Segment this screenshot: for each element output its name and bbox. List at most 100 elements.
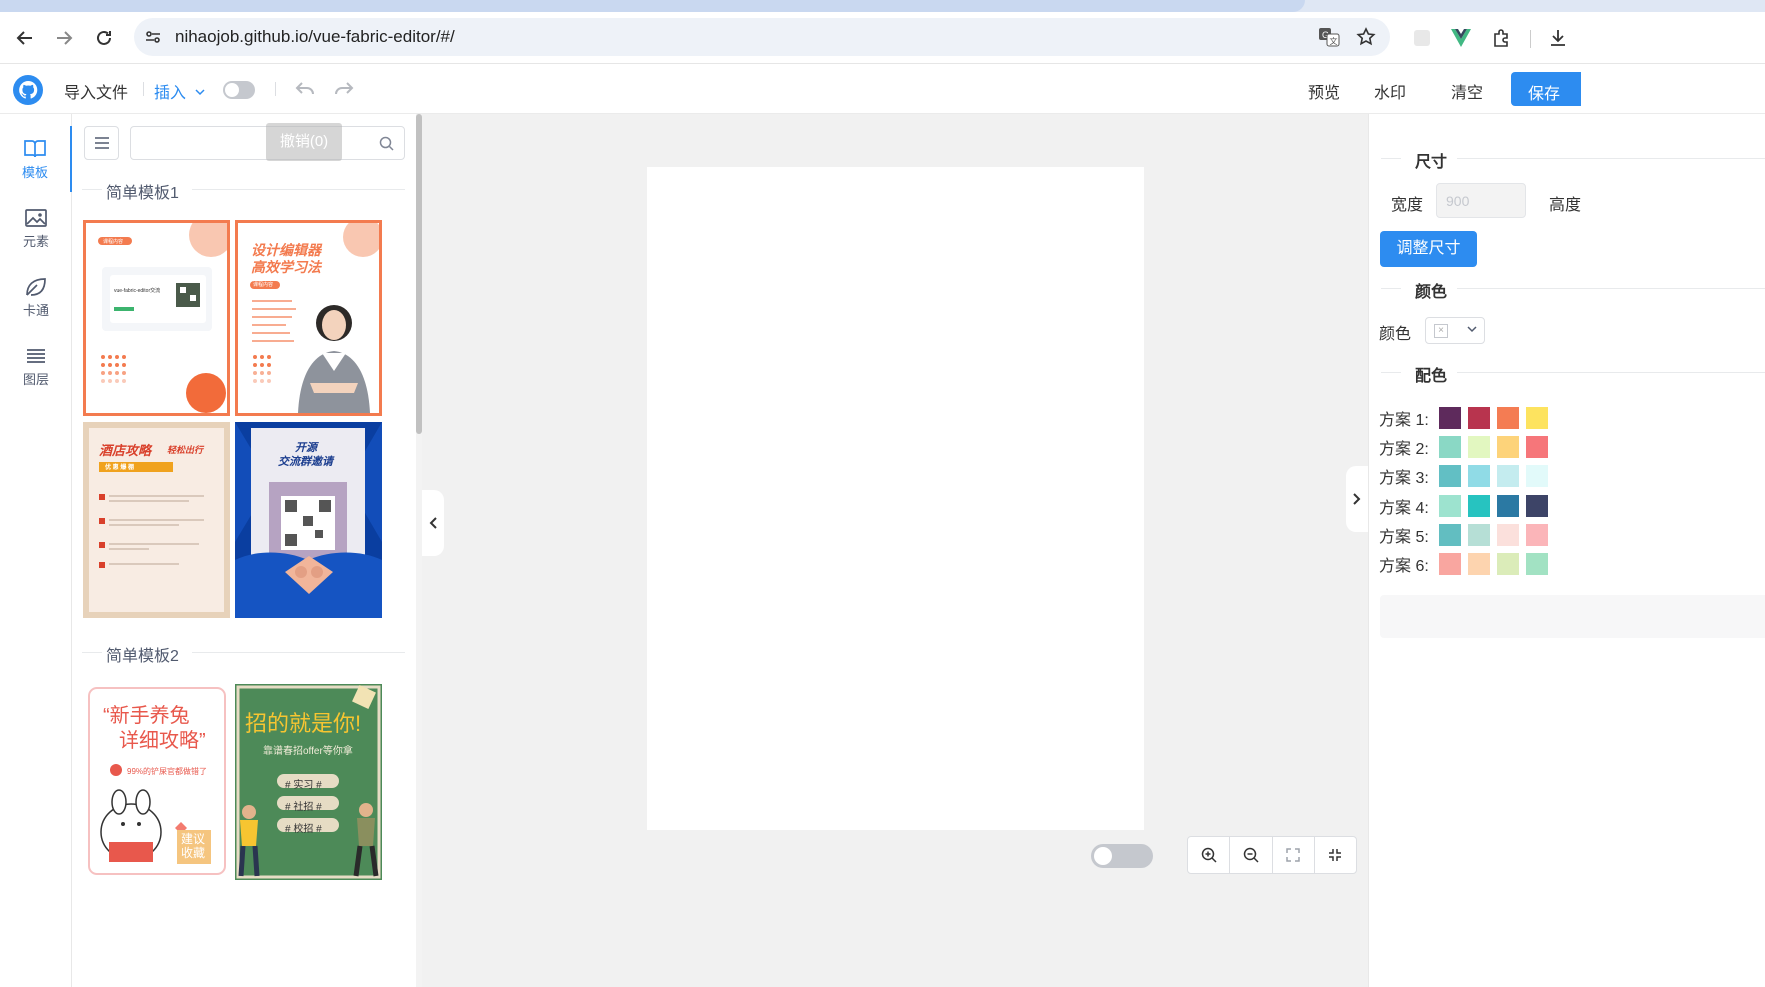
forward-icon[interactable] <box>50 24 78 52</box>
preview-button[interactable]: 预览 <box>1308 79 1340 103</box>
zoom-in-button[interactable] <box>1188 837 1231 873</box>
template-card-3[interactable]: 酒店攻略 轻松出行 优 惠 爆 棚 <box>83 422 230 618</box>
zoom-in-icon <box>1201 847 1217 863</box>
back-icon[interactable] <box>11 24 39 52</box>
chevron-down-icon <box>1467 326 1477 333</box>
color-scheme-label: 方案 5: <box>1379 529 1429 546</box>
sidebar-item-templates[interactable]: 模板 <box>0 126 72 192</box>
undo-icon[interactable] <box>294 78 316 103</box>
insert-dropdown[interactable]: 插入 <box>154 79 206 103</box>
color-swatch[interactable] <box>1439 524 1461 546</box>
color-scheme-row[interactable]: 方案 5: <box>1379 524 1555 546</box>
color-swatch[interactable] <box>1468 495 1490 517</box>
color-swatch[interactable] <box>1439 465 1461 487</box>
color-swatch[interactable] <box>1526 553 1548 575</box>
color-picker[interactable]: × <box>1425 317 1485 344</box>
shrink-icon <box>1329 849 1342 861</box>
color-swatch[interactable] <box>1526 465 1548 487</box>
redo-icon[interactable] <box>333 78 355 103</box>
color-swatch[interactable] <box>1439 407 1461 429</box>
category-menu-button[interactable] <box>84 126 119 160</box>
template-card-5[interactable]: “新手养兔 详细攻略” 99%的铲屎官都做错了 建议收藏 <box>83 684 230 880</box>
width-input[interactable]: 900 <box>1436 183 1526 218</box>
extension-icon-1[interactable] <box>1410 26 1434 50</box>
template-card-6[interactable]: 招的就是你! 靠谱春招offer等你拿 # 实习 # # 社招 # # 校招 # <box>235 684 382 880</box>
color-swatch[interactable] <box>1526 495 1548 517</box>
actual-size-button[interactable] <box>1315 837 1356 873</box>
app-window: nihaojob.github.io/vue-fabric-editor/#/ … <box>0 0 1765 987</box>
leaf-icon <box>26 277 46 296</box>
color-scheme-label: 方案 4: <box>1379 500 1429 517</box>
color-swatch[interactable] <box>1468 524 1490 546</box>
color-scheme-row[interactable]: 方案 6: <box>1379 553 1555 575</box>
color-scheme-row[interactable]: 方案 3: <box>1379 465 1555 487</box>
sidebar-item-elements[interactable]: 元素 <box>0 195 72 261</box>
color-swatch[interactable] <box>1526 436 1548 458</box>
browser-active-tab[interactable] <box>0 0 1305 12</box>
color-swatch[interactable] <box>1497 436 1519 458</box>
color-swatch[interactable] <box>1497 553 1519 575</box>
search-icon[interactable] <box>379 136 394 156</box>
card2-badge: 课程内容 <box>253 282 274 288</box>
extensions-puzzle-icon[interactable] <box>1489 26 1513 50</box>
color-swatch[interactable] <box>1497 465 1519 487</box>
height-label: 高度 <box>1549 197 1582 214</box>
browser-toolbar: nihaojob.github.io/vue-fabric-editor/#/ … <box>0 12 1765 64</box>
template-card-2[interactable]: 设计编辑器 高效学习法 课程内容 <box>235 220 382 416</box>
canvas-workspace[interactable] <box>422 114 1368 987</box>
color-swatch[interactable] <box>1468 553 1490 575</box>
sidebar-item-layers[interactable]: 图层 <box>0 333 72 399</box>
watermark-button[interactable]: 水印 <box>1374 79 1406 103</box>
collapse-left-panel-button[interactable] <box>422 490 444 556</box>
address-bar[interactable]: nihaojob.github.io/vue-fabric-editor/#/ … <box>134 18 1390 56</box>
color-swatch[interactable] <box>1468 436 1490 458</box>
clear-button[interactable]: 清空 <box>1451 79 1483 103</box>
collapse-right-panel-button[interactable] <box>1346 466 1368 532</box>
template-card-4[interactable]: 开源 交流群邀请 <box>235 422 382 618</box>
color-swatch[interactable] <box>1468 407 1490 429</box>
canvas-page[interactable] <box>647 167 1144 830</box>
left-sidebar: 模板 元素 卡通 图层 <box>0 114 72 987</box>
layers-icon <box>27 348 45 363</box>
import-file-button[interactable]: 导入文件 <box>64 79 128 103</box>
header-divider-2 <box>275 82 276 96</box>
color-swatch[interactable] <box>1526 524 1548 546</box>
header-toggle-switch[interactable] <box>223 81 255 99</box>
save-button[interactable]: 保存 <box>1511 72 1581 106</box>
color-swatch[interactable] <box>1439 495 1461 517</box>
size-section-title: 尺寸 <box>1381 148 1765 172</box>
color-swatch[interactable] <box>1439 553 1461 575</box>
url-text[interactable]: nihaojob.github.io/vue-fabric-editor/#/ <box>175 27 455 47</box>
group-title-text: 简单模板1 <box>106 179 189 203</box>
card6-subtitle: 靠谱春招offer等你拿 <box>263 746 353 757</box>
book-icon <box>24 139 46 157</box>
color-scheme-label: 方案 3: <box>1379 470 1429 487</box>
sidebar-item-cartoon[interactable]: 卡通 <box>0 264 72 330</box>
color-swatch[interactable] <box>1468 465 1490 487</box>
size-title-text: 尺寸 <box>1405 148 1458 172</box>
vue-devtools-icon[interactable] <box>1449 26 1473 50</box>
color-swatch[interactable] <box>1497 524 1519 546</box>
color-scheme-row[interactable]: 方案 1: <box>1379 407 1555 429</box>
site-settings-icon[interactable] <box>144 28 162 51</box>
bookmark-star-icon[interactable] <box>1356 27 1376 52</box>
fit-screen-button[interactable] <box>1273 837 1315 873</box>
color-swatch[interactable] <box>1526 407 1548 429</box>
color-scheme-row[interactable]: 方案 4: <box>1379 495 1555 517</box>
card6-tag-1: # 实习 # <box>285 780 322 791</box>
zoom-out-button[interactable] <box>1230 837 1273 873</box>
color-scheme-row[interactable]: 方案 2: <box>1379 436 1555 458</box>
reload-icon[interactable] <box>90 24 118 52</box>
github-icon[interactable] <box>13 75 43 105</box>
color-scheme-label: 方案 1: <box>1379 412 1429 429</box>
translate-icon[interactable]: G文 <box>1318 27 1340 52</box>
color-swatch[interactable] <box>1497 407 1519 429</box>
resize-button[interactable]: 调整尺寸 <box>1380 231 1477 267</box>
template-group-1-title: 简单模板1 <box>82 179 405 203</box>
download-icon[interactable] <box>1546 26 1570 50</box>
empty-color-swatch: × <box>1434 324 1448 338</box>
canvas-toggle-switch[interactable] <box>1091 844 1153 868</box>
color-swatch[interactable] <box>1439 436 1461 458</box>
color-swatch[interactable] <box>1497 495 1519 517</box>
template-card-1[interactable]: 课程内容 vue-fabric-editor交流 <box>83 220 230 416</box>
